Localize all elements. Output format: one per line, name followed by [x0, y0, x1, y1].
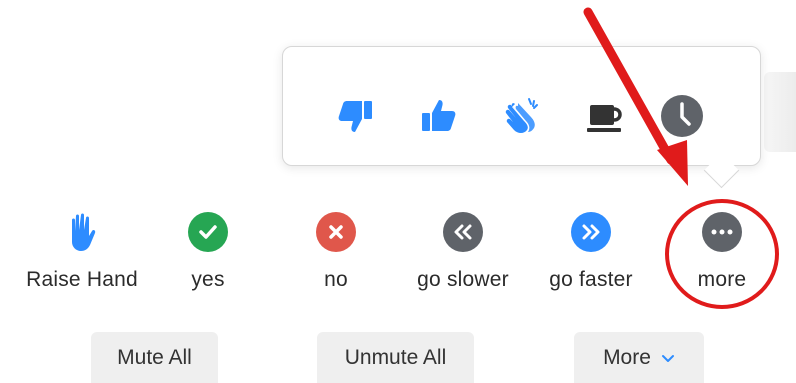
more-options-label: More [603, 346, 651, 369]
go-faster-label: go faster [549, 268, 633, 291]
clapping-hands-icon [502, 95, 544, 142]
go-slower-button[interactable]: go slower [398, 210, 528, 292]
clap-button[interactable] [499, 94, 547, 142]
away-clock-button[interactable] [658, 94, 706, 142]
thumbs-down-button[interactable] [331, 94, 379, 142]
go-faster-button[interactable]: go faster [526, 210, 656, 292]
mute-all-label: Mute All [117, 346, 192, 369]
yes-label: yes [191, 268, 225, 291]
thumbs-up-icon [419, 96, 459, 141]
chevron-down-icon [661, 354, 675, 363]
raise-hand-label: Raise Hand [26, 268, 138, 291]
unmute-all-button[interactable]: Unmute All [317, 332, 474, 383]
more-label: more [697, 268, 747, 291]
coffee-cup-icon [586, 96, 628, 141]
more-options-button[interactable]: More [574, 332, 704, 383]
no-button[interactable]: no [271, 210, 401, 292]
participants-panel-bottom: Raise Hand yes no go slower go faster mo… [0, 0, 796, 383]
more-dots-icon [702, 212, 742, 252]
no-label: no [324, 268, 348, 291]
thumbs-up-button[interactable] [415, 94, 463, 142]
clock-icon [660, 94, 704, 143]
mute-all-button[interactable]: Mute All [91, 332, 218, 383]
unmute-all-label: Unmute All [344, 346, 447, 369]
fast-forward-icon [571, 212, 611, 252]
x-icon [316, 212, 356, 252]
coffee-break-button[interactable] [583, 94, 631, 142]
go-slower-label: go slower [417, 268, 509, 291]
rewind-icon [443, 212, 483, 252]
yes-button[interactable]: yes [143, 210, 273, 292]
more-feedback-button[interactable]: more [657, 210, 787, 292]
raise-hand-button[interactable]: Raise Hand [17, 210, 147, 292]
raise-hand-icon [60, 210, 104, 254]
thumbs-down-icon [335, 96, 375, 141]
background-fragment [764, 72, 796, 152]
checkmark-icon [188, 212, 228, 252]
